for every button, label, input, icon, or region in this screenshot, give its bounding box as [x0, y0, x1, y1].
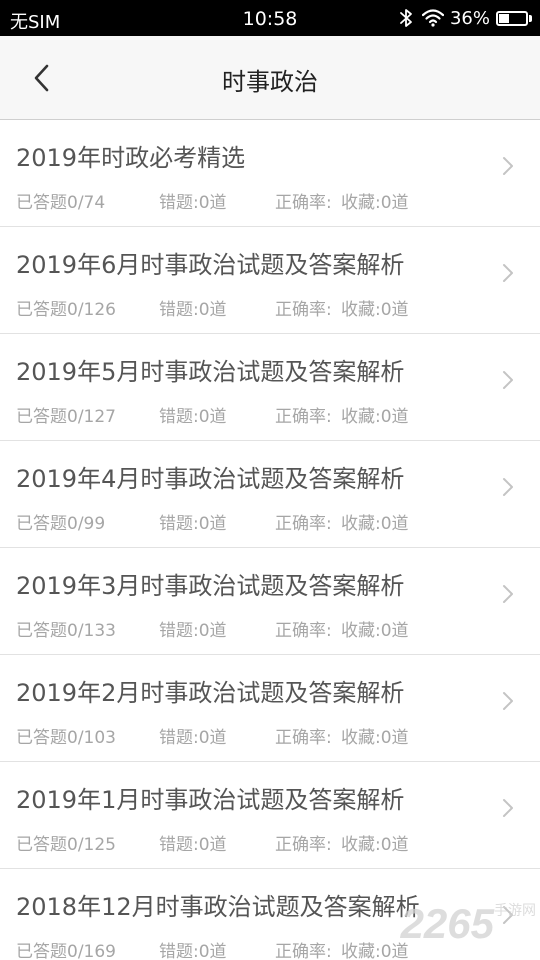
answered-count: 已答题0/169	[16, 942, 116, 960]
status-right-group: 36%	[398, 6, 532, 30]
status-bar: 无SIM 10:58 36%	[0, 0, 540, 36]
wrong-count: 错题:0道	[159, 835, 227, 855]
accuracy-label: 正确率:	[275, 407, 332, 427]
quiz-list: 2019年时政必考精选 已答题0/74 错题:0道 正确率: 收藏:0道 201…	[0, 120, 540, 960]
answered-count: 已答题0/74	[16, 193, 106, 213]
list-item[interactable]: 2019年5月时事政治试题及答案解析 已答题0/127 错题:0道 正确率: 收…	[0, 334, 540, 441]
favorites-count: 收藏:0道	[341, 514, 409, 534]
list-item[interactable]: 2019年4月时事政治试题及答案解析 已答题0/99 错题:0道 正确率: 收藏…	[0, 441, 540, 548]
favorites-count: 收藏:0道	[341, 193, 409, 213]
battery-tip	[529, 14, 532, 22]
accuracy-label: 正确率:	[275, 621, 332, 641]
favorites-count: 收藏:0道	[341, 621, 409, 641]
chevron-right-icon	[503, 371, 513, 389]
accuracy-label: 正确率:	[275, 942, 332, 960]
battery-icon	[496, 10, 528, 26]
accuracy-label: 正确率:	[275, 193, 332, 213]
favorites-count: 收藏:0道	[341, 728, 409, 748]
answered-count: 已答题0/103	[16, 728, 116, 748]
item-title: 2019年1月时事政治试题及答案解析	[16, 786, 405, 814]
watermark-logo: 2265手游网	[401, 900, 536, 948]
answered-count: 已答题0/125	[16, 835, 116, 855]
answered-count: 已答题0/127	[16, 407, 116, 427]
item-title: 2019年4月时事政治试题及答案解析	[16, 465, 405, 493]
battery-fill	[499, 13, 510, 23]
list-item[interactable]: 2019年3月时事政治试题及答案解析 已答题0/133 错题:0道 正确率: 收…	[0, 548, 540, 655]
item-title: 2019年2月时事政治试题及答案解析	[16, 679, 405, 707]
answered-count: 已答题0/133	[16, 621, 116, 641]
wrong-count: 错题:0道	[159, 300, 227, 320]
chevron-right-icon	[503, 799, 513, 817]
item-title: 2019年6月时事政治试题及答案解析	[16, 251, 405, 279]
battery-percent: 36%	[449, 7, 490, 29]
bluetooth-icon	[400, 9, 412, 27]
chevron-right-icon	[503, 692, 513, 710]
page-title: 时事政治	[222, 68, 318, 96]
nav-header: 时事政治	[0, 36, 540, 120]
answered-count: 已答题0/99	[16, 514, 106, 534]
accuracy-label: 正确率:	[275, 728, 332, 748]
accuracy-label: 正确率:	[275, 835, 332, 855]
favorites-count: 收藏:0道	[341, 407, 409, 427]
favorites-count: 收藏:0道	[341, 300, 409, 320]
wifi-icon	[421, 9, 444, 27]
chevron-right-icon	[503, 157, 513, 175]
watermark-sub: 手游网	[494, 902, 536, 918]
answered-count: 已答题0/126	[16, 300, 116, 320]
chevron-right-icon	[503, 478, 513, 496]
list-item[interactable]: 2019年2月时事政治试题及答案解析 已答题0/103 错题:0道 正确率: 收…	[0, 655, 540, 762]
accuracy-label: 正确率:	[275, 514, 332, 534]
chevron-right-icon	[503, 585, 513, 603]
list-item[interactable]: 2019年1月时事政治试题及答案解析 已答题0/125 错题:0道 正确率: 收…	[0, 762, 540, 869]
item-title: 2019年时政必考精选	[16, 144, 246, 172]
favorites-count: 收藏:0道	[341, 835, 409, 855]
accuracy-label: 正确率:	[275, 300, 332, 320]
wrong-count: 错题:0道	[159, 942, 227, 960]
watermark-main: 2265	[400, 900, 494, 947]
wrong-count: 错题:0道	[159, 728, 227, 748]
list-item[interactable]: 2019年时政必考精选 已答题0/74 错题:0道 正确率: 收藏:0道	[0, 120, 540, 227]
item-title: 2019年3月时事政治试题及答案解析	[16, 572, 405, 600]
favorites-count: 收藏:0道	[341, 942, 409, 960]
chevron-right-icon	[503, 264, 513, 282]
item-title: 2019年5月时事政治试题及答案解析	[16, 358, 405, 386]
wrong-count: 错题:0道	[159, 193, 227, 213]
wrong-count: 错题:0道	[159, 621, 227, 641]
page: 无SIM 10:58 36% 时事政治 2019年时政必考精选 已答题0/74 …	[0, 0, 540, 960]
wrong-count: 错题:0道	[159, 514, 227, 534]
wrong-count: 错题:0道	[159, 407, 227, 427]
list-item[interactable]: 2019年6月时事政治试题及答案解析 已答题0/126 错题:0道 正确率: 收…	[0, 227, 540, 334]
item-title: 2018年12月时事政治试题及答案解析	[16, 893, 420, 921]
